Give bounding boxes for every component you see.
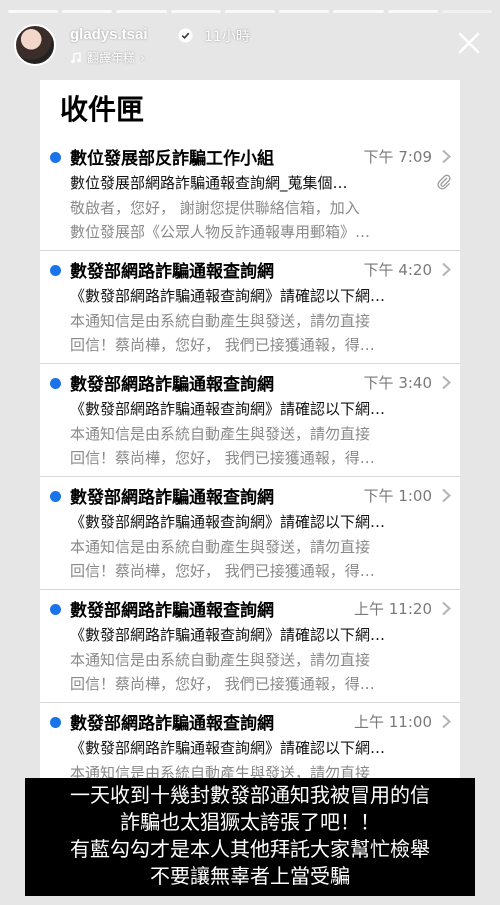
chevron-right-icon [442,714,451,729]
verified-badge-icon [178,28,193,43]
unread-dot-icon [50,152,61,163]
mail-list-item[interactable]: 數發部網路詐騙通報查詢網 下午 3:40 《數發部網路詐騙通報查詢網》請確認以下網…… [40,364,460,477]
mail-time: 下午 4:20 [363,261,432,279]
chevron-right-icon [442,262,451,277]
mail-sender: 數發部網路詐騙通報查詢網 [70,488,274,508]
chevron-right-icon [442,375,451,390]
page-title: 收件匣 [60,93,145,126]
close-icon[interactable] [452,26,486,60]
chevron-right-icon [442,149,451,164]
mail-subject: 《數發部網路詐騙通報查詢網》請確認以下網… [70,626,386,644]
username[interactable]: gladys.tsai [70,26,148,43]
caption-line: 詐騙也太猖獗太誇張了吧！！ [120,810,380,834]
mail-list-item[interactable]: 數位發展部反詐騙工作小組 下午 7:09 數位發展部網路詐騙通報查詢網_蒐集個… 敬啟… [40,138,460,251]
unread-dot-icon [50,717,61,728]
mail-subject: 數位發展部網路詐騙通報查詢網_蒐集個… [70,174,348,192]
mail-list-item[interactable]: 數發部網路詐騙通報查詢網 上午 11:00 《數發部網路詐騙通報查詢網》請確認以下網… [40,703,460,780]
music-note-icon [71,51,81,63]
progress-segment [224,10,276,13]
mail-preview: 本通知信是由系統自動產生與發送，請勿直接 回信！蔡尚樺，您好， 我們已接獲通報，得… [70,648,448,696]
mail-sender: 數發部網路詐騙通報查詢網 [70,262,274,282]
chevron-right-icon: › [140,50,145,65]
music-attribution[interactable]: 翻譯年糕 › [70,49,145,66]
story-caption: 一天收到十幾封數發部通知我被冒用的信 詐騙也太猖獗太誇張了吧！！ 有藍勾勾才是本… [25,778,475,896]
mail-subject: 《數發部網路詐騙通報查詢網》請確認以下網… [70,739,386,757]
mail-sender: 數發部網路詐騙通報查詢網 [70,714,274,734]
mail-preview: 本通知信是由系統自動產生與發送，請勿直接 回信！蔡尚樺，您好， 我們已接獲通報，得… [70,309,448,357]
mail-time: 下午 3:40 [363,374,432,392]
progress-segment [8,10,59,13]
progress-segment [387,10,438,13]
mail-list-item[interactable]: 數發部網路詐騙通報查詢網 上午 11:20 《數發部網路詐騙通報查詢網》請確認以下網… [40,590,460,703]
mail-preview: 本通知信是由系統自動產生與發送，請勿直接 回信！蔡尚樺，您好， 我們已接獲通報，得… [70,422,448,470]
mail-preview-line: 數位發展部《公眾人物反詐通報專用郵箱》… [70,223,371,241]
mail-time: 上午 11:20 [354,600,432,618]
unread-dot-icon [50,265,61,276]
mail-preview-line: 本通知信是由系統自動產生與發送，請勿直接 [70,651,371,669]
mail-preview-line: 敬啟者，您好， 謝謝您提供聯絡信箱，加入 [70,199,360,217]
progress-segment [170,10,221,13]
chevron-right-icon [442,488,451,503]
music-label: 翻譯年糕 [87,51,136,65]
mail-preview-line: 回信！蔡尚樺，您好， 我們已接獲通報，得… [70,675,375,693]
mail-preview-line: 本通知信是由系統自動產生與發送，請勿直接 [70,425,371,443]
caption-line: 有藍勾勾才是本人其他拜託大家幫忙檢舉 [70,837,430,861]
progress-segment [333,10,384,13]
progress-segment [279,10,330,13]
mail-time: 上午 11:00 [354,713,432,731]
mail-sender: 數發部網路詐騙通報查詢網 [70,601,274,621]
caption-line: 一天收到十幾封數發部通知我被冒用的信 [70,783,430,807]
unread-dot-icon [50,491,61,502]
mail-list-item[interactable]: 數發部網路詐騙通報查詢網 下午 1:00 《數發部網路詐騙通報查詢網》請確認以下網…… [40,477,460,590]
mail-preview-line: 本通知信是由系統自動產生與發送，請勿直接 [70,538,371,556]
mail-sender: 數位發展部反詐騙工作小組 [70,149,274,169]
avatar[interactable] [14,24,56,66]
mail-time: 下午 7:09 [363,148,432,166]
inbox-screenshot: 收件匣 數位發展部反詐騙工作小組 下午 7:09 數位發展部網路詐騙通報查詢網_蒐集… [40,80,460,780]
caption-line: 不要讓無辜者上當受騙 [150,864,350,888]
progress-segment [62,10,113,13]
chevron-right-icon [442,601,451,616]
mail-preview-line: 回信！蔡尚樺，您好， 我們已接獲通報，得… [70,336,375,354]
mail-preview-line: 回信！蔡尚樺，您好， 我們已接獲通報，得… [70,449,375,467]
progress-segment [116,10,167,13]
progress-segment [441,10,492,13]
mail-subject: 《數發部網路詐騙通報查詢網》請確認以下網… [70,287,386,305]
mail-preview: 敬啟者，您好， 謝謝您提供聯絡信箱，加入 數位發展部《公眾人物反詐通報專用郵箱》… [70,196,448,244]
mail-sender: 數發部網路詐騙通報查詢網 [70,375,274,395]
story-header: gladys.tsai 11小時 翻譯年糕 › [14,24,486,72]
post-time: 11小時 [204,29,250,45]
unread-dot-icon [50,604,61,615]
mail-preview: 本通知信是由系統自動產生與發送，請勿直接 回信！蔡尚樺，您好， 我們已接獲通報，得… [70,535,448,583]
unread-dot-icon [50,378,61,389]
paperclip-icon [437,174,451,190]
story-progress-bar [8,10,492,13]
mail-preview-line: 本通知信是由系統自動產生與發送，請勿直接 [70,312,371,330]
mail-subject: 《數發部網路詐騙通報查詢網》請確認以下網… [70,400,386,418]
mail-preview-line: 回信！蔡尚樺，您好， 我們已接獲通報，得… [70,562,375,580]
mail-list-item[interactable]: 數發部網路詐騙通報查詢網 下午 4:20 《數發部網路詐騙通報查詢網》請確認以下網…… [40,251,460,364]
mail-subject: 《數發部網路詐騙通報查詢網》請確認以下網… [70,513,386,531]
mail-time: 下午 1:00 [363,487,432,505]
